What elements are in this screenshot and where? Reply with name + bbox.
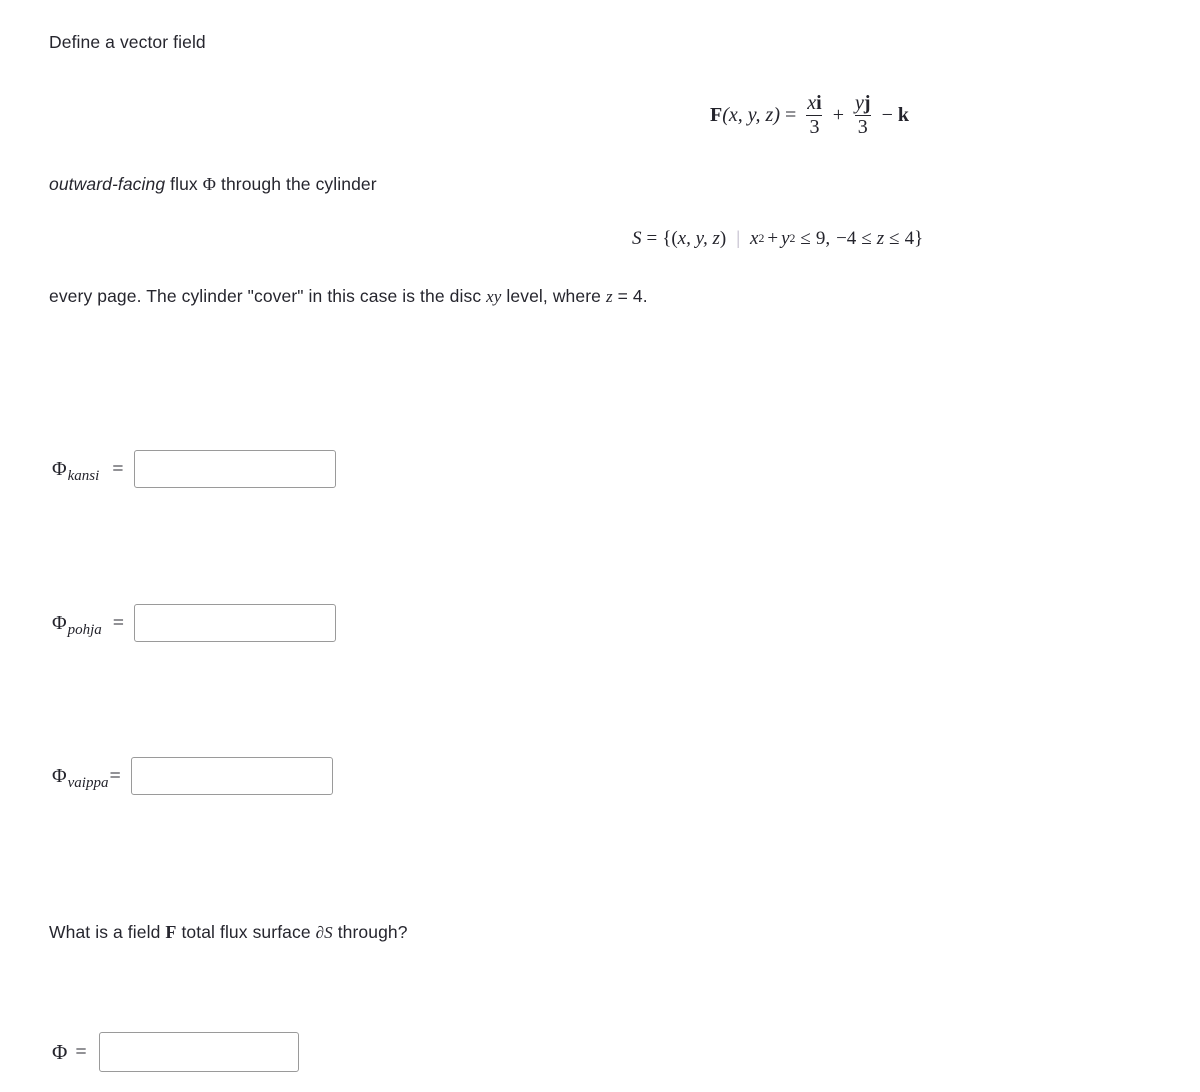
outward-facing-emphasis: outward-facing xyxy=(49,174,166,194)
set-radius-squared: 9 xyxy=(815,228,826,249)
equation-lhs-F: F xyxy=(710,104,723,126)
instruction-total-flux-question: What is a field F total flux surface ∂S … xyxy=(49,920,408,945)
label-phi-kansi: Φkansi xyxy=(52,457,99,484)
question-text-post: through? xyxy=(332,922,408,942)
phi-symbol-kansi: Φ xyxy=(52,457,67,480)
equation-term2-denominator: 3 xyxy=(854,115,871,138)
set-x-var: x xyxy=(750,228,759,249)
set-separator-bar: | xyxy=(736,228,741,249)
set-z-var: z xyxy=(876,228,885,249)
phi-symbol-pohja: Φ xyxy=(52,611,67,634)
equation-term2-numerator: yj xyxy=(852,93,874,115)
k-unit-vector: k xyxy=(897,104,909,126)
equation-term1-numerator: xi xyxy=(804,93,824,115)
set-close-brace: } xyxy=(914,228,924,249)
equals-pohja: = xyxy=(112,611,125,634)
subscript-vaippa: vaippa xyxy=(67,774,109,791)
input-phi-kansi[interactable] xyxy=(133,450,336,488)
answer-row-kansi: Φkansi = xyxy=(52,450,336,488)
set-z-max: 4 xyxy=(904,228,915,249)
cover-text-mid: level, where xyxy=(501,286,606,306)
cover-text-pre: every page. The cylinder "cover" in this… xyxy=(49,286,487,306)
set-equals: = xyxy=(646,228,658,249)
outward-flux-text: flux xyxy=(165,174,203,194)
equation-term1-var: x xyxy=(807,92,817,114)
instruction-outward-facing-flux: outward-facing flux Φ through the cylind… xyxy=(49,172,377,197)
subscript-pohja: pohja xyxy=(67,621,102,638)
equals-kansi: = xyxy=(112,457,124,480)
input-phi-total[interactable] xyxy=(98,1032,299,1072)
equation-term1-fraction: xi 3 xyxy=(804,93,824,138)
equals-vaippa: = xyxy=(109,764,121,787)
phi-symbol-vaippa: Φ xyxy=(52,764,67,787)
boundary-surface-math: ∂S xyxy=(315,923,333,942)
equation-term2-var: y xyxy=(855,92,864,114)
i-unit-vector: i xyxy=(816,92,822,114)
equation-term2-fraction: yj 3 xyxy=(852,93,874,138)
equation-plus: + xyxy=(832,104,844,126)
answer-row-total: Φ = xyxy=(52,1032,299,1072)
instruction-cylinder-cover: every page. The cylinder "cover" in this… xyxy=(49,285,648,309)
set-plus: + xyxy=(767,228,779,249)
set-open-brace: {( xyxy=(662,228,678,249)
question-page: Define a vector field F (x, y, z) = xi 3 … xyxy=(0,0,1200,1092)
question-text-pre: What is a field xyxy=(49,922,166,942)
set-le-radius: ≤ xyxy=(800,228,811,249)
instruction-define-vector-field: Define a vector field xyxy=(49,31,206,55)
set-lhs-S: S xyxy=(632,228,642,249)
input-phi-pohja[interactable] xyxy=(134,604,337,642)
vector-field-equation: F (x, y, z) = xi 3 + yj 3 − k xyxy=(710,93,909,138)
question-text-mid: total flux surface xyxy=(176,922,316,942)
z-variable-math: z xyxy=(605,287,613,306)
label-phi-pohja: Φpohja xyxy=(52,611,102,638)
answer-row-pohja: Φpohja = xyxy=(52,604,337,642)
cover-text-post: = 4. xyxy=(612,286,648,306)
phi-symbol-total: Φ xyxy=(52,1039,68,1064)
j-unit-vector: j xyxy=(863,92,871,114)
subscript-kansi: kansi xyxy=(67,467,100,484)
label-phi-vaippa: Φvaippa xyxy=(52,764,108,791)
equals-total: = xyxy=(75,1040,87,1063)
set-le-zmin: ≤ xyxy=(861,228,872,249)
input-phi-vaippa[interactable] xyxy=(130,757,333,795)
answer-row-vaippa: Φvaippa = xyxy=(52,757,333,795)
set-y-var: y xyxy=(781,228,790,249)
phi-symbol-inline: Φ xyxy=(202,174,217,194)
F-field-bold: F xyxy=(165,922,177,942)
set-z-min: −4 xyxy=(836,228,857,249)
equation-equals: = xyxy=(784,104,797,126)
equation-minus: − xyxy=(881,104,893,126)
label-phi-total: Φ xyxy=(52,1040,67,1065)
xy-plane-math: xy xyxy=(486,287,502,306)
equation-lhs-args: (x, y, z) xyxy=(722,104,780,126)
outward-cylinder-text: through the cylinder xyxy=(216,174,377,194)
instruction-define-text: Define a vector field xyxy=(49,32,206,52)
surface-set-equation: S = {(x, y, z) | x2 + y2 ≤ 9, −4 ≤ z ≤ 4… xyxy=(632,228,924,249)
set-tuple: x, y, z xyxy=(677,228,720,249)
equation-term1-denominator: 3 xyxy=(806,115,823,138)
set-le-zmax: ≤ xyxy=(889,228,900,249)
